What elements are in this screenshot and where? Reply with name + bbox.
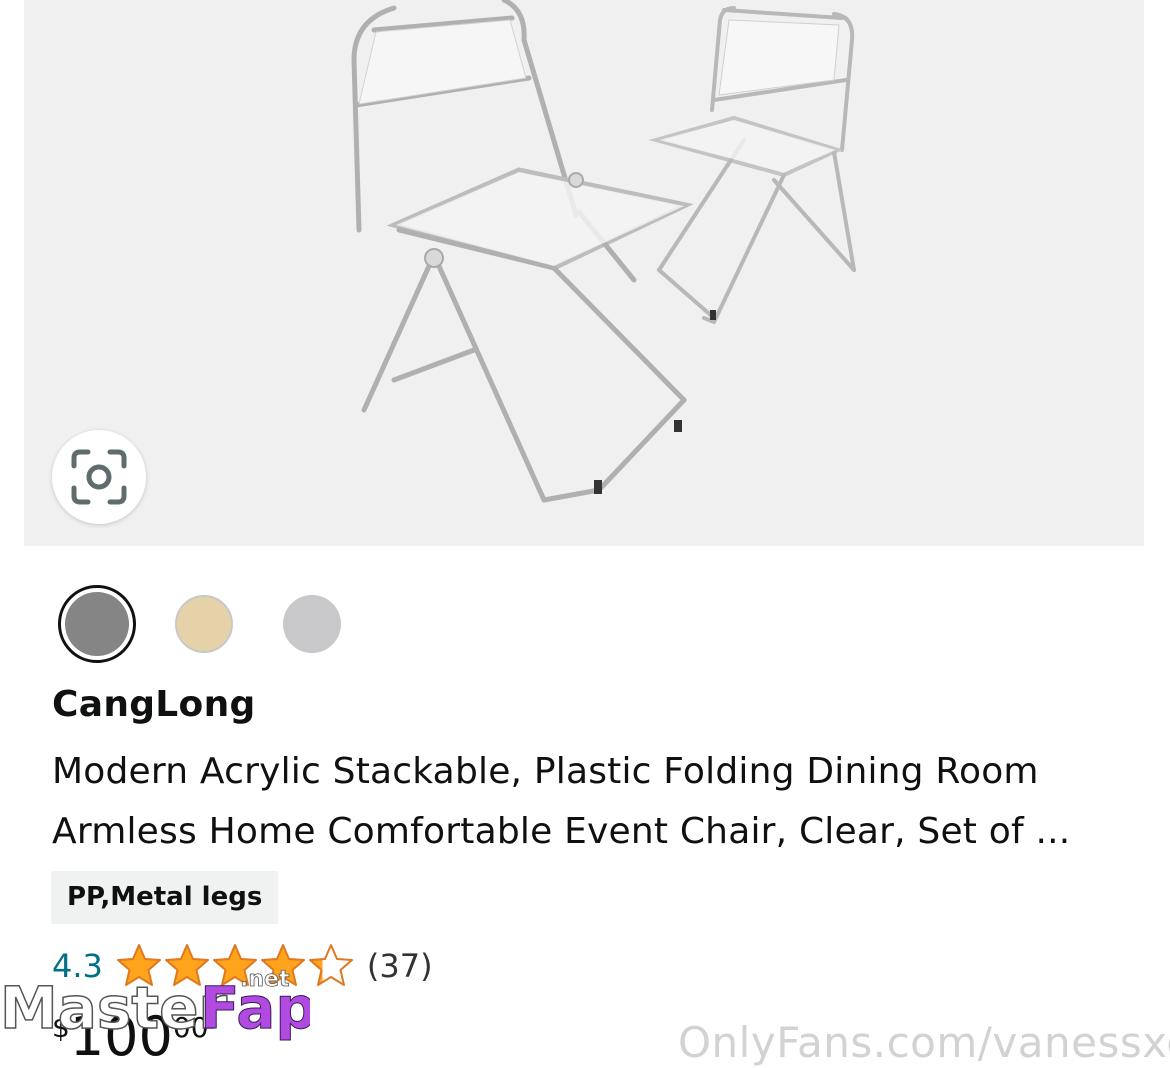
review-count[interactable]: (37)	[367, 947, 433, 985]
watermark-main: Master	[0, 974, 227, 1041]
product-title-line-2: Armless Home Comfortable Event Chair, Cl…	[52, 811, 1071, 852]
swatch-gray-fill	[65, 592, 129, 656]
product-title[interactable]: Modern Acrylic Stackable, Plastic Foldin…	[52, 742, 1132, 862]
watermark-suffix: .net	[240, 968, 290, 992]
visual-search-button[interactable]	[52, 430, 146, 524]
product-title-line-1: Modern Acrylic Stackable, Plastic Foldin…	[52, 751, 1039, 792]
watermark-text: OnlyFans.com/vanessxo	[678, 1018, 1170, 1067]
watermark-logo: Master Fap .net	[0, 968, 310, 1041]
brand-name[interactable]: CangLong	[52, 684, 256, 725]
product-card: CangLong Modern Acrylic Stackable, Plast…	[24, 0, 1144, 1064]
swatch-beige[interactable]	[175, 595, 233, 653]
swatch-silver[interactable]	[283, 595, 341, 653]
star-icon	[308, 944, 353, 986]
product-image[interactable]	[314, 0, 874, 520]
swatch-gray[interactable]	[58, 585, 136, 663]
product-image-area[interactable]	[24, 0, 1144, 546]
camera-search-icon	[71, 449, 127, 505]
feature-chip: PP,Metal legs	[51, 871, 279, 924]
